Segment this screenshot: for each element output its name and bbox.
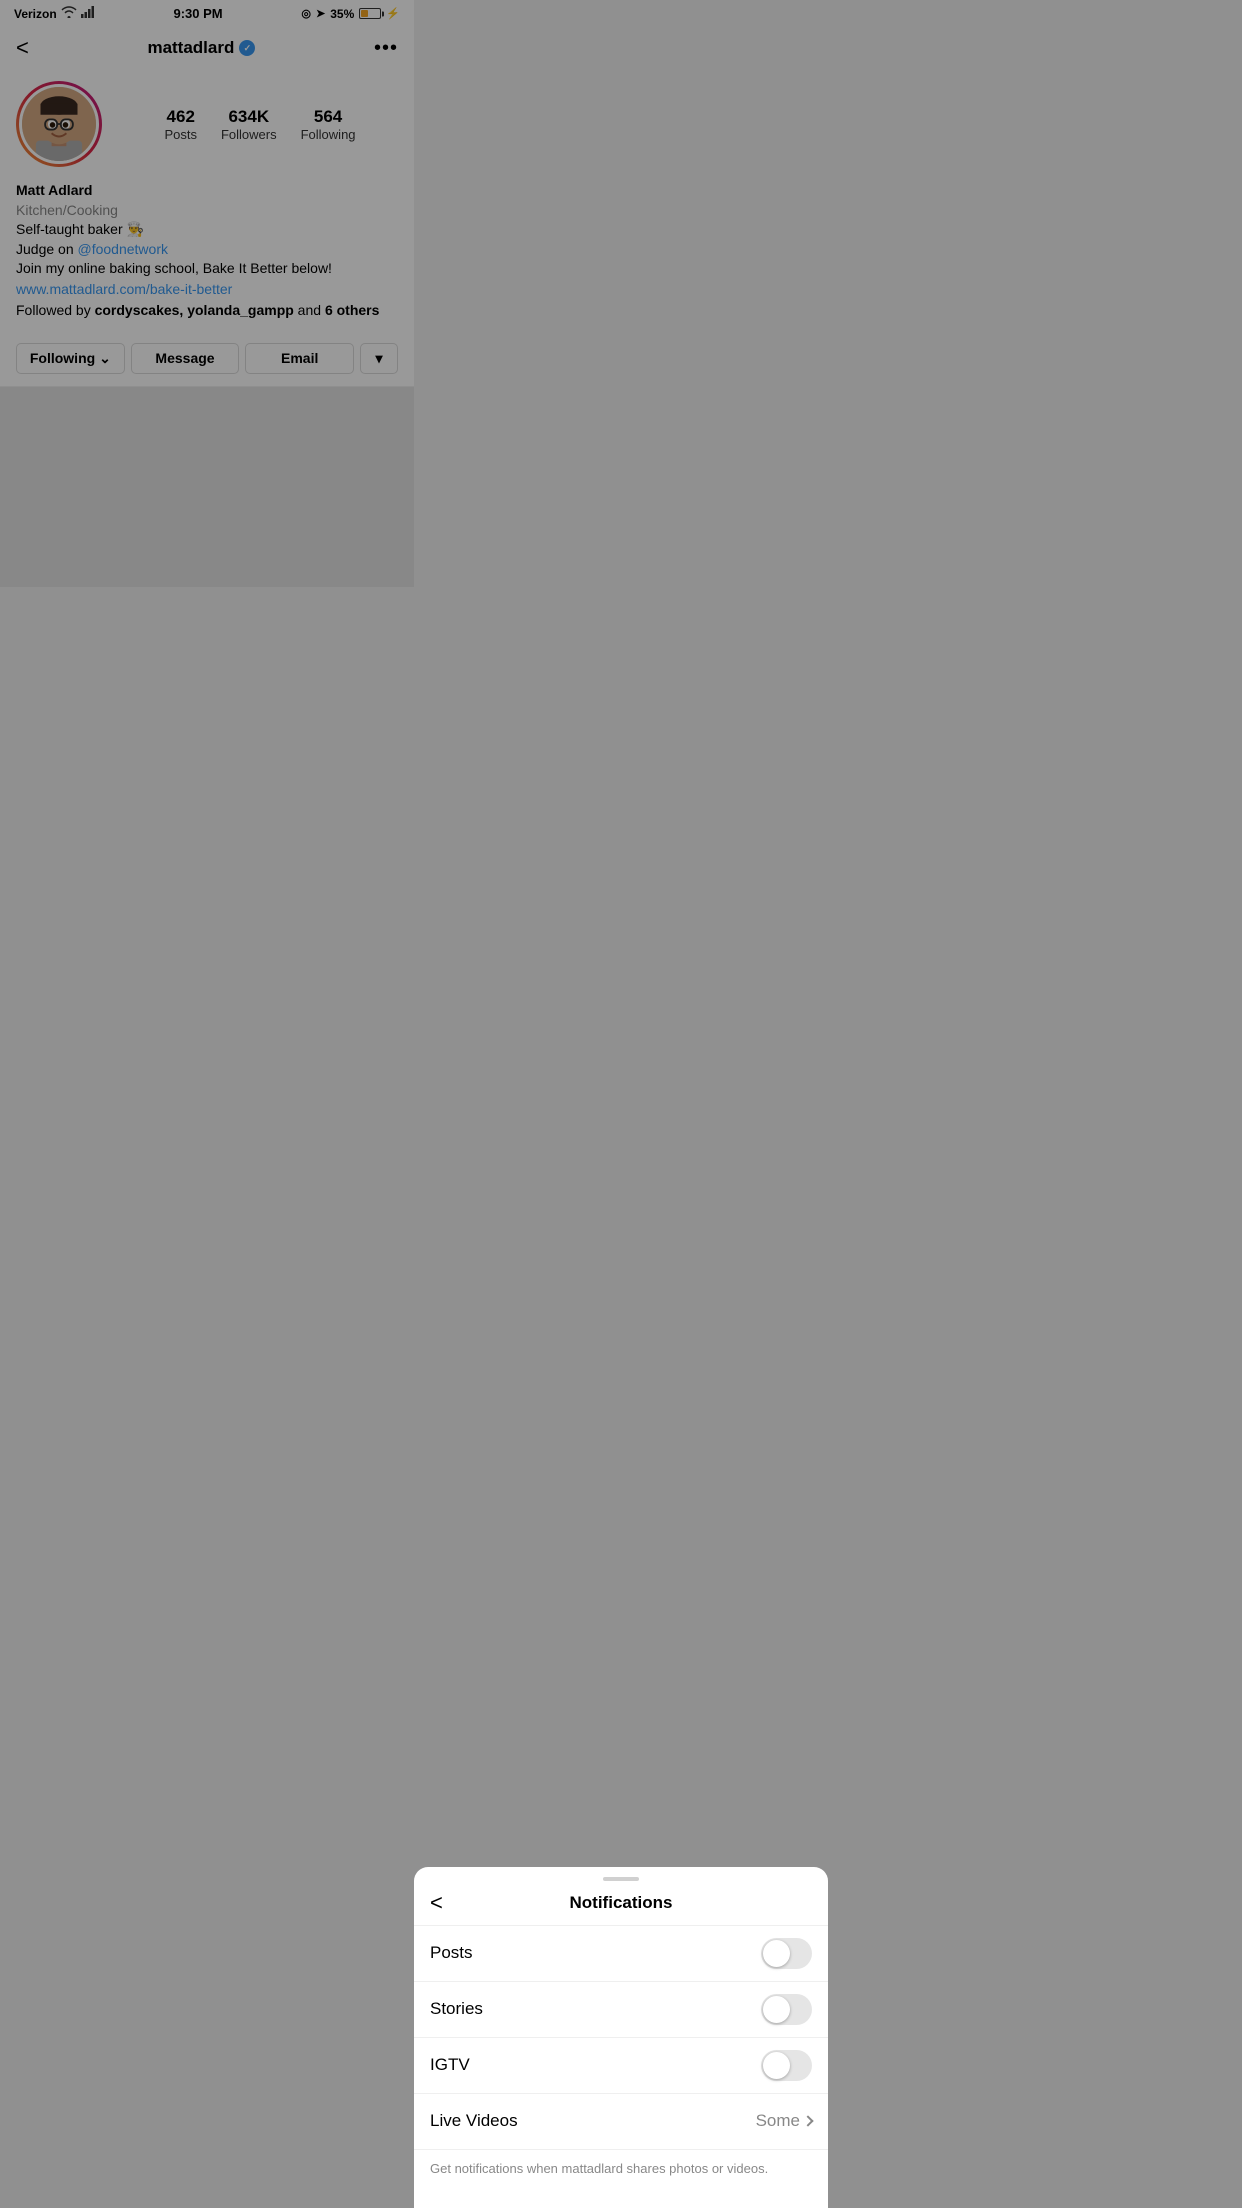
overlay (0, 0, 414, 587)
